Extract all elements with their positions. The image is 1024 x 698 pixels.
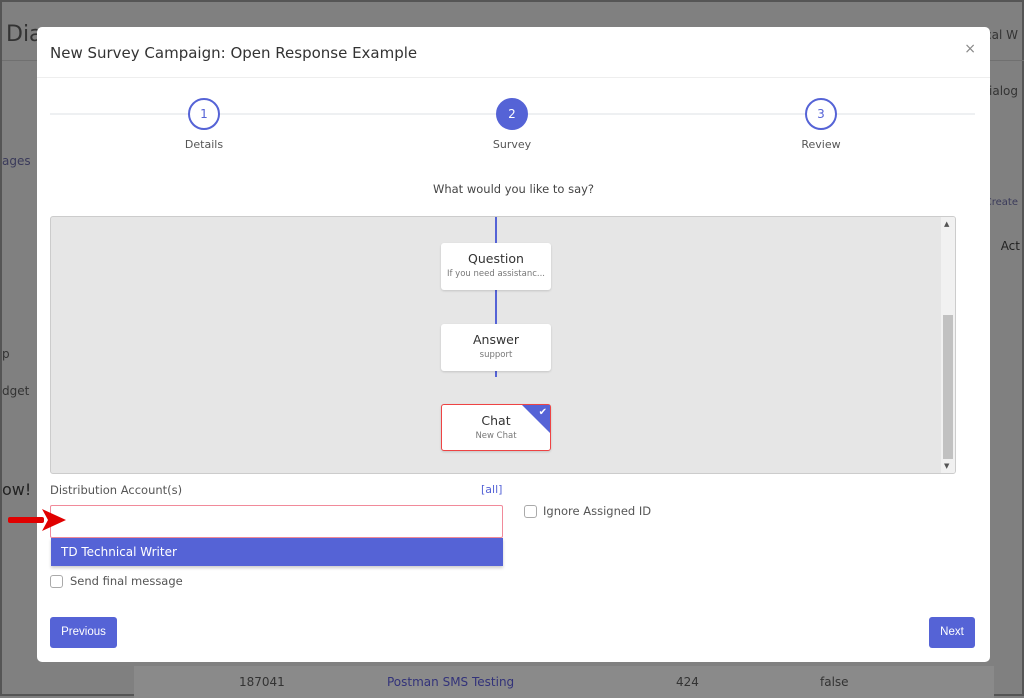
background-table-row: 187041 Postman SMS Testing 424 false — [134, 666, 994, 698]
step-label: Details — [184, 138, 224, 151]
step-label: Survey — [492, 138, 532, 151]
flow-node-chat[interactable]: Chat New Chat ✔ — [441, 404, 551, 451]
step-survey[interactable]: 2 Survey — [472, 98, 552, 151]
row-flag: false — [820, 675, 849, 689]
step-review[interactable]: 3 Review — [781, 98, 861, 151]
dropdown-option[interactable]: TD Technical Writer — [51, 538, 503, 566]
background-text: ow! — [2, 480, 32, 499]
close-icon[interactable]: × — [964, 41, 976, 57]
node-title: Answer — [472, 332, 520, 347]
step-number: 2 — [496, 98, 528, 130]
step-details[interactable]: 1 Details — [164, 98, 244, 151]
red-arrow-annotation-icon — [8, 509, 66, 531]
scroll-up-icon[interactable]: ▲ — [944, 220, 949, 228]
row-name: Postman SMS Testing — [387, 675, 515, 689]
check-circle-icon: ✔ — [538, 407, 547, 418]
row-id: 187041 — [239, 675, 285, 689]
flow-node-question[interactable]: Question If you need assistanc... — [441, 243, 551, 290]
background-text: p — [2, 347, 10, 361]
survey-flow-canvas: Question If you need assistanc... Answer… — [50, 216, 956, 474]
node-title: Question — [468, 251, 524, 266]
background-text: dget — [2, 384, 30, 398]
survey-prompt: What would you like to say? — [432, 182, 595, 196]
flow-node-answer[interactable]: Answer support — [441, 324, 551, 371]
distribution-label: Distribution Account(s) — [50, 483, 183, 497]
select-all-link[interactable]: [all] — [481, 483, 502, 496]
survey-campaign-modal: New Survey Campaign: Open Response Examp… — [37, 27, 990, 662]
header-divider — [37, 77, 990, 78]
send-final-message-label: Send final message — [70, 574, 183, 588]
ignore-assigned-id-label: Ignore Assigned ID — [543, 504, 652, 518]
scroll-down-icon[interactable]: ▼ — [944, 462, 949, 470]
modal-title: New Survey Campaign: Open Response Examp… — [50, 44, 418, 62]
node-subtitle: If you need assistanc... — [446, 269, 546, 279]
row-count: 424 — [676, 675, 699, 689]
step-label: Review — [801, 138, 841, 151]
background-text: Act — [1000, 239, 1020, 253]
node-subtitle: support — [479, 350, 513, 360]
canvas-scrollbar[interactable]: ▲ ▼ — [941, 217, 955, 473]
step-number: 3 — [805, 98, 837, 130]
distribution-account-input[interactable] — [50, 505, 503, 538]
ignore-assigned-id-checkbox[interactable] — [524, 505, 537, 518]
background-nav-link: ages — [2, 154, 31, 168]
scrollbar-thumb[interactable] — [943, 315, 953, 459]
next-button[interactable]: Next — [929, 617, 975, 648]
step-number: 1 — [188, 98, 220, 130]
send-final-message-checkbox[interactable] — [50, 575, 63, 588]
previous-button[interactable]: Previous — [50, 617, 117, 648]
